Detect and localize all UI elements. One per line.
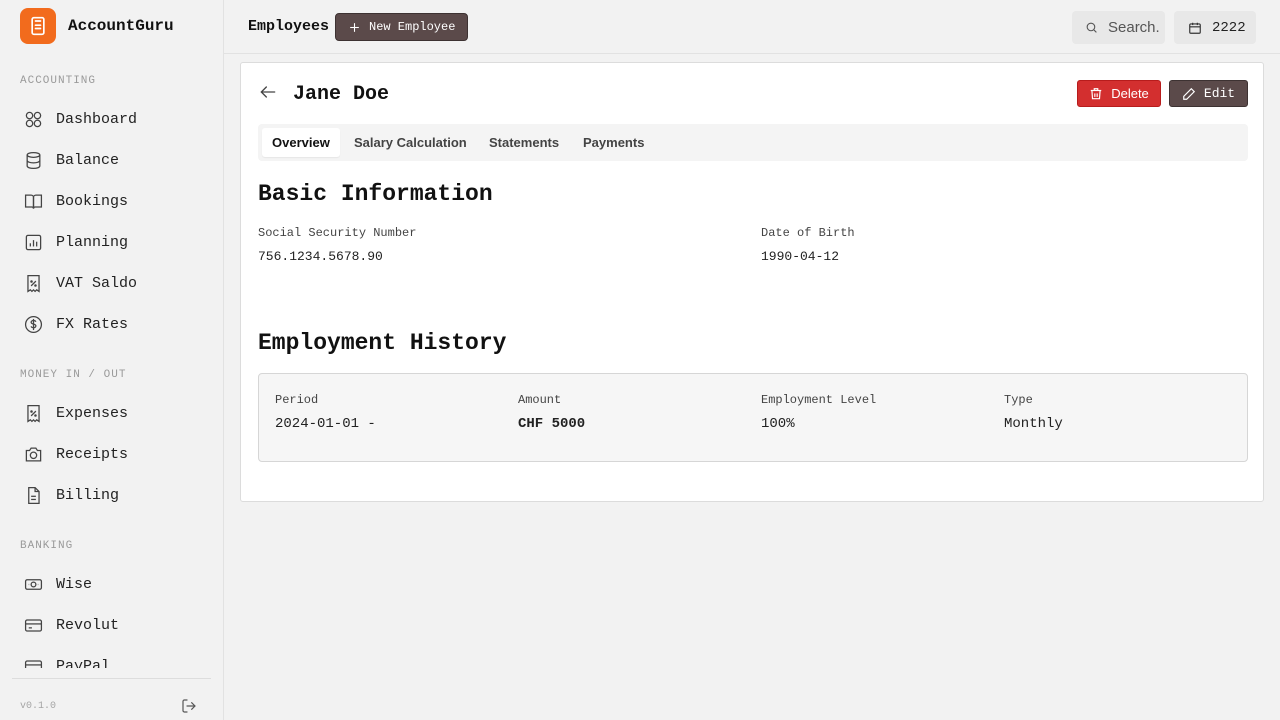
period-label: Period [275, 393, 319, 407]
sidebar-item-revolut[interactable]: Revolut [24, 609, 212, 641]
year-value: 2222 [1212, 19, 1246, 36]
page-title: Employees [248, 18, 330, 35]
document-icon [28, 486, 40, 504]
sidebar-item-label: FX Rates [56, 315, 129, 333]
employment-history-heading: Employment History [258, 330, 507, 356]
section-label-banking: BANKING [20, 540, 74, 552]
pencil-icon [1183, 87, 1195, 100]
grid-icon [25, 111, 42, 127]
receipt-percent-icon [27, 274, 40, 293]
sidebar-item-billing[interactable]: Billing [24, 479, 212, 511]
calculator-icon [20, 8, 56, 44]
sidebar-item-label: Dashboard [56, 110, 138, 128]
type-label: Type [1004, 393, 1033, 407]
amount-label: Amount [518, 393, 562, 407]
sidebar-item-dashboard[interactable]: Dashboard [24, 103, 212, 135]
calendar-icon [1189, 22, 1201, 34]
new-employee-label: New Employee [369, 20, 456, 34]
sidebar-item-paypal[interactable]: PayPal [24, 650, 212, 668]
tab-payments[interactable]: Payments [573, 128, 654, 157]
search-placeholder: Search. [1108, 19, 1160, 36]
employment-history-row[interactable]: Period Amount Employment Level Type 2024… [258, 373, 1248, 462]
delete-button[interactable]: Delete [1077, 80, 1161, 107]
topbar: Employees New Employee Search. 2222 [224, 0, 1280, 54]
sidebar-item-expenses[interactable]: Expenses [24, 397, 212, 429]
sidebar-item-label: Wise [56, 575, 93, 593]
edit-button[interactable]: Edit [1169, 80, 1248, 107]
year-selector[interactable]: 2222 [1174, 11, 1256, 44]
logout-icon[interactable] [181, 698, 197, 714]
credit-card-icon [24, 618, 43, 632]
sidebar-footer: v0.1.0 [12, 678, 211, 720]
tab-bar: Overview Salary Calculation Statements P… [258, 124, 1248, 161]
sidebar-item-label: Receipts [56, 445, 129, 463]
sidebar-item-label: Billing [56, 486, 120, 504]
employee-name: Jane Doe [293, 83, 390, 106]
employee-card: Jane Doe Delete Edit Overview Salary Cal… [240, 62, 1264, 502]
search-icon [1086, 22, 1097, 33]
sidebar-item-fx-rates[interactable]: FX Rates [24, 308, 212, 340]
section-label-money: MONEY IN / OUT [20, 369, 127, 381]
sidebar-item-label: Bookings [56, 192, 129, 210]
edit-label: Edit [1203, 86, 1236, 101]
chart-icon [25, 234, 42, 250]
database-icon [26, 151, 41, 169]
plus-icon [350, 22, 359, 32]
employment-level-label: Employment Level [761, 393, 877, 407]
period-value: 2024-01-01 - [275, 416, 376, 432]
back-arrow-icon[interactable] [258, 82, 278, 102]
basic-info-heading: Basic Information [258, 181, 493, 207]
dollar-circle-icon [24, 315, 43, 333]
sidebar-item-label: Planning [56, 233, 129, 251]
type-value: Monthly [1004, 416, 1063, 432]
app-name: AccountGuru [68, 17, 174, 35]
brand[interactable]: AccountGuru [20, 8, 174, 44]
dob-value: 1990-04-12 [761, 249, 840, 264]
section-label-accounting: ACCOUNTING [20, 75, 97, 87]
sidebar-item-bookings[interactable]: Bookings [24, 185, 212, 217]
delete-label: Delete [1111, 86, 1149, 101]
sidebar-item-label: Expenses [56, 404, 129, 422]
sidebar-item-receipts[interactable]: Receipts [24, 438, 212, 470]
receipt-percent-icon [27, 404, 40, 423]
employment-level-value: 100% [761, 416, 795, 432]
sidebar-item-label: Revolut [56, 616, 120, 634]
sidebar-item-planning[interactable]: Planning [24, 226, 212, 258]
tab-salary-calculation[interactable]: Salary Calculation [344, 128, 477, 157]
sidebar-item-vat-saldo[interactable]: VAT Saldo [24, 267, 212, 299]
tab-overview[interactable]: Overview [262, 128, 340, 157]
wallet-icon [24, 659, 43, 668]
new-employee-button[interactable]: New Employee [335, 13, 469, 41]
banknote-icon [24, 578, 43, 590]
tab-statements[interactable]: Statements [479, 128, 569, 157]
amount-value: CHF 5000 [518, 416, 586, 432]
search-input[interactable]: Search. [1072, 11, 1165, 44]
app-version: v0.1.0 [20, 701, 57, 712]
sidebar-item-balance[interactable]: Balance [24, 144, 212, 176]
sidebar-item-label: PayPal [56, 657, 111, 669]
sidebar-nav: ACCOUNTING Dashboard Balance Bookings Pl… [0, 60, 223, 668]
sidebar-item-label: VAT Saldo [56, 274, 138, 292]
sidebar: AccountGuru ACCOUNTING Dashboard Balance… [0, 0, 224, 720]
sidebar-item-label: Balance [56, 151, 120, 169]
trash-icon [1090, 87, 1102, 99]
book-icon [24, 194, 43, 209]
dob-label: Date of Birth [761, 226, 855, 240]
ssn-label: Social Security Number [258, 226, 417, 240]
sidebar-item-wise[interactable]: Wise [24, 568, 212, 600]
camera-icon [25, 447, 42, 461]
ssn-value: 756.1234.5678.90 [258, 249, 383, 264]
